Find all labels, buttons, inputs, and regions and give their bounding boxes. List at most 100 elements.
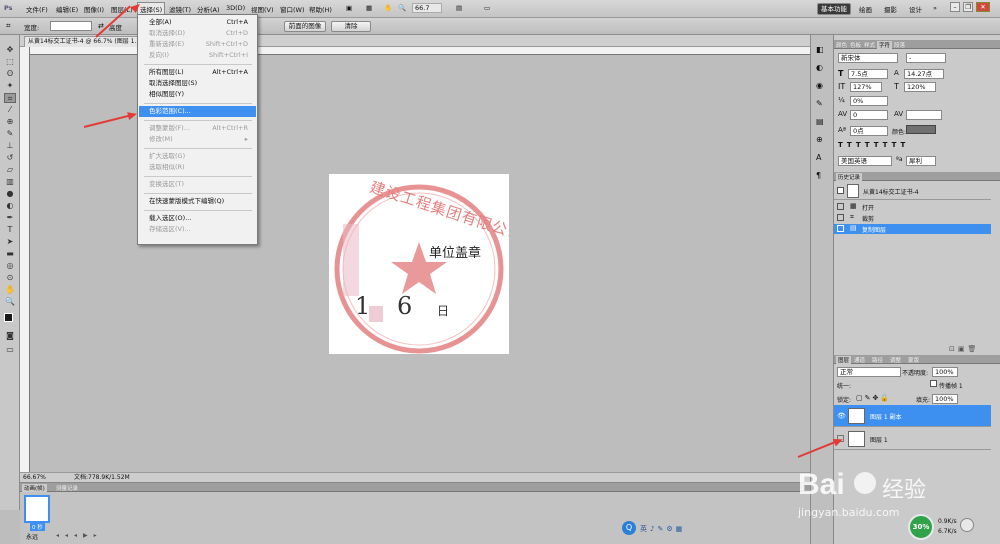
eyedropper-tool-icon[interactable]: ⁄ xyxy=(4,105,16,115)
document-tab[interactable]: 从黄14标交工证书-4 @ 66.7% (图层 1... xyxy=(24,36,145,47)
dodge-tool-icon[interactable]: ◐ xyxy=(4,201,16,211)
layer-name[interactable]: 图层 1 xyxy=(870,435,888,444)
foreground-color-swatch[interactable] xyxy=(4,313,13,322)
width-input[interactable] xyxy=(50,21,92,31)
dock-brush-icon[interactable]: ✎ xyxy=(816,99,823,108)
layer-row-selected[interactable]: 👁 图层 1 副本 xyxy=(834,405,991,427)
eraser-tool-icon[interactable]: ▱ xyxy=(4,165,16,175)
menu-help[interactable]: 帮助(H) xyxy=(309,4,332,14)
tab-character[interactable]: 字符 xyxy=(877,41,893,49)
3d-rotate-icon[interactable]: ◎ xyxy=(4,261,16,271)
crop-tool-icon[interactable]: ⌗ xyxy=(4,93,16,103)
frame-time[interactable]: 0 秒 xyxy=(30,523,45,531)
dock-char-icon[interactable]: A xyxy=(816,153,821,162)
stamp-tool-icon[interactable]: ⊥ xyxy=(4,141,16,151)
minibridge-icon[interactable]: ▦ xyxy=(366,4,372,12)
lasso-tool-icon[interactable]: ʘ xyxy=(4,69,16,79)
tab-masks[interactable]: 蒙版 xyxy=(908,356,919,364)
zoom-tool-icon[interactable]: 🔍 xyxy=(4,297,16,307)
menu-item-all-layers[interactable]: 所有图层(L) Alt+Ctrl+A xyxy=(139,67,256,78)
tab-layers[interactable]: 图层 xyxy=(836,356,852,364)
speed-ball-widget[interactable]: 30% xyxy=(908,514,934,540)
hand-icon[interactable]: ✋ xyxy=(384,4,392,12)
tab-styles[interactable]: 样式 xyxy=(864,41,875,49)
ime-tools-icon[interactable]: 英♪✎⚙▦ xyxy=(640,524,685,534)
screen-mode-icon[interactable]: ▭ xyxy=(484,4,490,12)
clear-button[interactable]: 清除 xyxy=(331,21,371,32)
3d-orbit-icon[interactable]: ⊙ xyxy=(4,273,16,283)
path-select-icon[interactable]: ➤ xyxy=(4,237,16,247)
zoom-field[interactable]: 66.7 xyxy=(412,3,442,13)
menu-item-similar[interactable]: 选取相似(R) xyxy=(139,162,256,173)
history-item-selected[interactable]: ▤ 复制图层 xyxy=(834,224,991,234)
dock-para-icon[interactable]: ¶ xyxy=(816,171,821,180)
tracking-field[interactable]: 0% xyxy=(850,96,888,106)
menu-filter[interactable]: 滤镜(T) xyxy=(169,4,191,14)
front-image-button[interactable]: 前面的图像 xyxy=(284,21,326,32)
menu-analysis[interactable]: 分析(A) xyxy=(197,4,220,14)
menu-item-similar-layers[interactable]: 相似图层(Y) xyxy=(139,89,256,100)
dock-adjust-icon[interactable]: ◐ xyxy=(816,63,823,72)
lock-icons[interactable]: ▢✎✥🔒 xyxy=(856,394,891,402)
quick-mask-icon[interactable]: ◙ xyxy=(4,331,16,341)
tab-measurement[interactable]: 测量记录 xyxy=(56,484,78,492)
menu-item-quick-mask[interactable]: 在快速蒙版模式下编辑(Q) xyxy=(139,196,256,207)
workspace-photography[interactable]: 摄影 xyxy=(884,4,897,14)
text-style-buttons-icon[interactable]: TTTTTTTT xyxy=(838,141,909,149)
screen-mode-tool-icon[interactable]: ▭ xyxy=(4,345,16,355)
menu-item-save-selection[interactable]: 存储选区(V)... xyxy=(139,224,256,235)
shape-tool-icon[interactable]: ▬ xyxy=(4,249,16,259)
tab-swatches[interactable]: 色板 xyxy=(850,41,861,49)
snapshot-checkbox[interactable] xyxy=(837,187,844,194)
tab-history[interactable]: 历史记录 xyxy=(836,173,863,181)
brush-tool-icon[interactable]: ✎ xyxy=(4,129,16,139)
tray-app-icon[interactable] xyxy=(960,518,974,532)
workspace-essentials[interactable]: 基本功能 xyxy=(817,3,851,15)
loop-select[interactable]: 永远 xyxy=(26,532,38,541)
bridge-icon[interactable]: ▣ xyxy=(346,4,352,12)
blend-mode-select[interactable]: 正常 xyxy=(837,367,901,377)
menu-item-modify[interactable]: 修改(M) ▸ xyxy=(139,134,256,145)
menu-item-refine-mask[interactable]: 调整蒙版(F)... Alt+Ctrl+R xyxy=(139,123,256,134)
healing-tool-icon[interactable]: ⊕ xyxy=(4,117,16,127)
font-size-field[interactable]: 7.5点 xyxy=(848,69,888,79)
menu-item-grow[interactable]: 扩大选取(G) xyxy=(139,151,256,162)
blur-tool-icon[interactable]: ● xyxy=(4,189,16,199)
font-family-select[interactable]: 新宋体 xyxy=(838,53,898,63)
menu-item-color-range[interactable]: 色彩范围(C)... xyxy=(139,106,256,117)
playback-controls-icon[interactable]: ◂◂◂▶▸ xyxy=(56,532,103,539)
status-zoom[interactable]: 66.67% xyxy=(23,473,46,482)
tab-paragraph[interactable]: 段落 xyxy=(894,41,905,49)
document-canvas[interactable]: 建设工程集团有限公司 单位盖章 1 6 日 xyxy=(329,174,509,354)
history-snapshot[interactable]: 从黄14标交工证书-4 xyxy=(834,182,991,200)
menu-edit[interactable]: 编辑(E) xyxy=(56,4,78,14)
fill-field[interactable]: 100% xyxy=(932,394,958,404)
zoom-icon[interactable]: 🔍 xyxy=(398,4,406,12)
minimize-icon[interactable]: – xyxy=(950,2,960,12)
menu-image[interactable]: 图像(I) xyxy=(84,4,104,14)
workspace-design[interactable]: 设计 xyxy=(909,4,922,14)
tab-channels[interactable]: 通道 xyxy=(854,356,865,364)
kerning-field[interactable]: 0 xyxy=(850,110,888,120)
marquee-tool-icon[interactable]: ⬚ xyxy=(4,57,16,67)
tool-preset-icon[interactable]: ⌗ xyxy=(6,21,11,31)
arrange-icon[interactable]: ▤ xyxy=(456,4,462,12)
propagate-checkbox[interactable] xyxy=(930,380,937,387)
gradient-tool-icon[interactable]: ▥ xyxy=(4,177,16,187)
hscale-field[interactable]: 120% xyxy=(904,82,936,92)
opacity-field[interactable]: 100% xyxy=(932,367,958,377)
menu-item-deselect[interactable]: 取消选择(D) Ctrl+D xyxy=(139,28,256,39)
font-style-select[interactable]: - xyxy=(906,53,946,63)
type-tool-icon[interactable]: T xyxy=(4,225,16,235)
layer-name[interactable]: 图层 1 副本 xyxy=(870,412,902,421)
ime-q-icon[interactable]: Q xyxy=(622,521,636,535)
history-checkbox[interactable] xyxy=(837,225,844,232)
history-item[interactable]: ⌗ 裁剪 xyxy=(834,213,991,223)
workspace-painting[interactable]: 绘画 xyxy=(859,4,872,14)
restore-icon[interactable]: ❐ xyxy=(963,2,973,12)
menu-3d[interactable]: 3D(D) xyxy=(226,4,245,12)
menu-item-load-selection[interactable]: 载入选区(O)... xyxy=(139,213,256,224)
menu-file[interactable]: 文件(F) xyxy=(26,4,48,14)
menu-item-transform-selection[interactable]: 变换选区(T) xyxy=(139,179,256,190)
baseline-field[interactable]: 0点 xyxy=(850,126,888,136)
